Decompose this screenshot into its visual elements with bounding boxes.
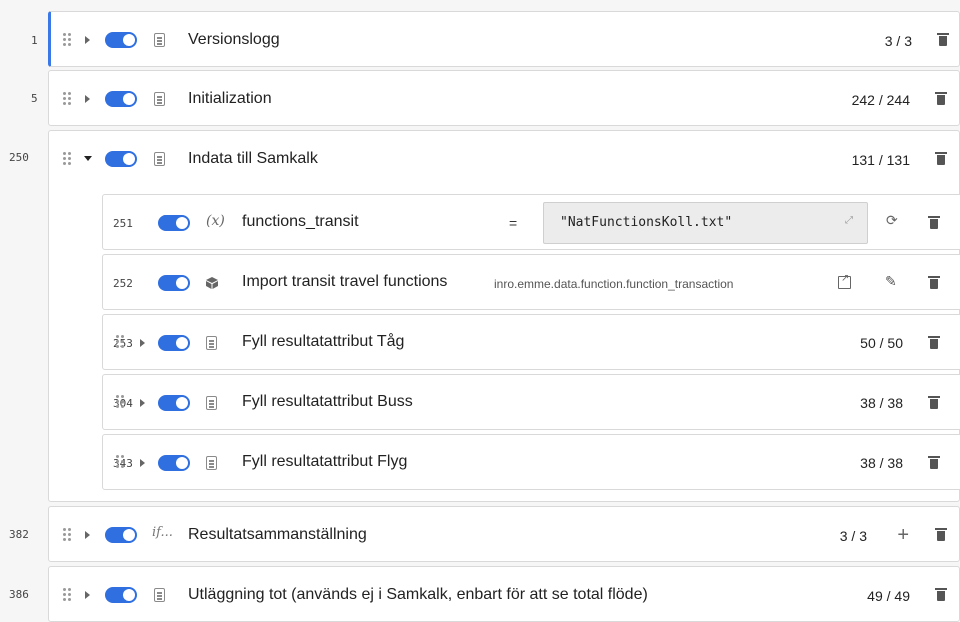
delete-icon[interactable] [935, 528, 947, 541]
tool-cube-icon [206, 277, 218, 289]
step-label: Utläggning tot (används ej i Samkalk, en… [188, 586, 648, 603]
variable-value: "NatFunctionsKoll.txt" [560, 215, 733, 230]
step-count: 49 / 49 [867, 588, 910, 604]
step-row-fyll-flyg[interactable]: 343 Fyll resultatattribut Flyg 38 / 38 [102, 434, 960, 490]
expand-icon[interactable]: ⤢ [845, 215, 853, 226]
add-icon[interactable]: + [897, 525, 909, 545]
drag-handle-icon[interactable] [63, 92, 73, 106]
step-count: 3 / 3 [884, 33, 912, 49]
edit-icon[interactable]: ✎ [885, 273, 897, 290]
delete-icon[interactable] [928, 336, 940, 349]
drag-handle-icon[interactable] [63, 528, 73, 542]
delete-icon[interactable] [937, 33, 949, 46]
step-group-indata-till-samkalk[interactable]: Indata till Samkalk 131 / 131 251 (x) fu… [48, 130, 960, 502]
expand-caret-icon[interactable] [85, 531, 90, 539]
document-icon [154, 152, 165, 166]
line-number: 250 [9, 151, 29, 164]
step-count: 3 / 3 [839, 528, 867, 544]
step-label: Versionslogg [188, 31, 280, 48]
expand-caret-icon[interactable] [140, 339, 145, 347]
variable-value-field[interactable]: "NatFunctionsKoll.txt" ⤢ [543, 202, 868, 244]
drag-handle-icon[interactable] [63, 33, 73, 47]
step-count: 38 / 38 [860, 455, 903, 471]
expand-caret-icon[interactable] [140, 399, 145, 407]
expand-caret-icon[interactable] [85, 36, 90, 44]
step-label: Resultatsammanställning [188, 526, 367, 543]
sync-icon[interactable]: ⟳ [886, 212, 898, 229]
enable-toggle[interactable] [105, 32, 137, 48]
delete-icon[interactable] [935, 152, 947, 165]
document-icon [154, 92, 165, 106]
delete-icon[interactable] [928, 216, 940, 229]
line-number: 251 [113, 217, 133, 230]
enable-toggle[interactable] [158, 455, 190, 471]
step-label: Fyll resultatattribut Flyg [242, 453, 408, 470]
enable-toggle[interactable] [105, 587, 137, 603]
enable-toggle[interactable] [158, 395, 190, 411]
step-row-import-transit-travel-functions[interactable]: 252 Import transit travel functions inro… [102, 254, 960, 310]
delete-icon[interactable] [928, 456, 940, 469]
line-number: 382 [9, 528, 29, 541]
document-icon [154, 588, 165, 602]
document-icon [154, 33, 165, 47]
drag-handle-icon[interactable] [116, 335, 126, 349]
variable-icon: (x) [206, 213, 225, 229]
step-label: Fyll resultatattribut Buss [242, 393, 413, 410]
equals-sign: = [509, 215, 518, 231]
step-row-versionslogg[interactable]: Versionslogg 3 / 3 [48, 11, 960, 67]
expand-caret-icon[interactable] [85, 591, 90, 599]
delete-icon[interactable] [928, 396, 940, 409]
step-row-resultatsammanstallning[interactable]: if... Resultatsammanställning 3 / 3 + [48, 506, 960, 562]
document-icon [206, 456, 217, 470]
step-row-functions-transit[interactable]: 251 (x) functions_transit = "NatFunction… [102, 194, 960, 250]
drag-handle-icon[interactable] [116, 455, 126, 469]
enable-toggle[interactable] [105, 91, 137, 107]
delete-icon[interactable] [935, 92, 947, 105]
expand-caret-icon[interactable] [140, 459, 145, 467]
step-row-fyll-buss[interactable]: 304 Fyll resultatattribut Buss 38 / 38 [102, 374, 960, 430]
open-external-icon[interactable] [838, 273, 851, 289]
step-count: 242 / 244 [851, 92, 910, 108]
enable-toggle[interactable] [158, 275, 190, 291]
step-row-fyll-tag[interactable]: 253 Fyll resultatattribut Tåg 50 / 50 [102, 314, 960, 370]
enable-toggle[interactable] [105, 527, 137, 543]
step-count: 50 / 50 [860, 335, 903, 351]
drag-handle-icon[interactable] [63, 588, 73, 602]
line-number: 1 [31, 34, 38, 47]
enable-toggle[interactable] [158, 215, 190, 231]
delete-icon[interactable] [935, 588, 947, 601]
line-number: 386 [9, 588, 29, 601]
document-icon [206, 396, 217, 410]
line-number: 252 [113, 277, 133, 290]
step-row-utlaggning-tot[interactable]: Utläggning tot (används ej i Samkalk, en… [48, 566, 960, 622]
variable-name: functions_transit [242, 213, 359, 230]
step-label: Import transit travel functions [242, 273, 448, 290]
document-icon [206, 336, 217, 350]
step-label: Initialization [188, 90, 272, 107]
step-row-initialization[interactable]: Initialization 242 / 244 [48, 70, 960, 126]
conditional-icon: if... [152, 525, 173, 540]
step-count: 38 / 38 [860, 395, 903, 411]
enable-toggle[interactable] [105, 151, 137, 167]
enable-toggle[interactable] [158, 335, 190, 351]
line-number: 5 [31, 92, 38, 105]
collapse-caret-icon[interactable] [84, 156, 92, 161]
step-label: Indata till Samkalk [188, 150, 318, 167]
delete-icon[interactable] [928, 276, 940, 289]
expand-caret-icon[interactable] [85, 95, 90, 103]
drag-handle-icon[interactable] [116, 395, 126, 409]
step-count: 131 / 131 [851, 152, 910, 168]
drag-handle-icon[interactable] [63, 152, 73, 166]
tool-namespace: inro.emme.data.function.function_transac… [494, 277, 734, 291]
step-label: Fyll resultatattribut Tåg [242, 333, 405, 350]
